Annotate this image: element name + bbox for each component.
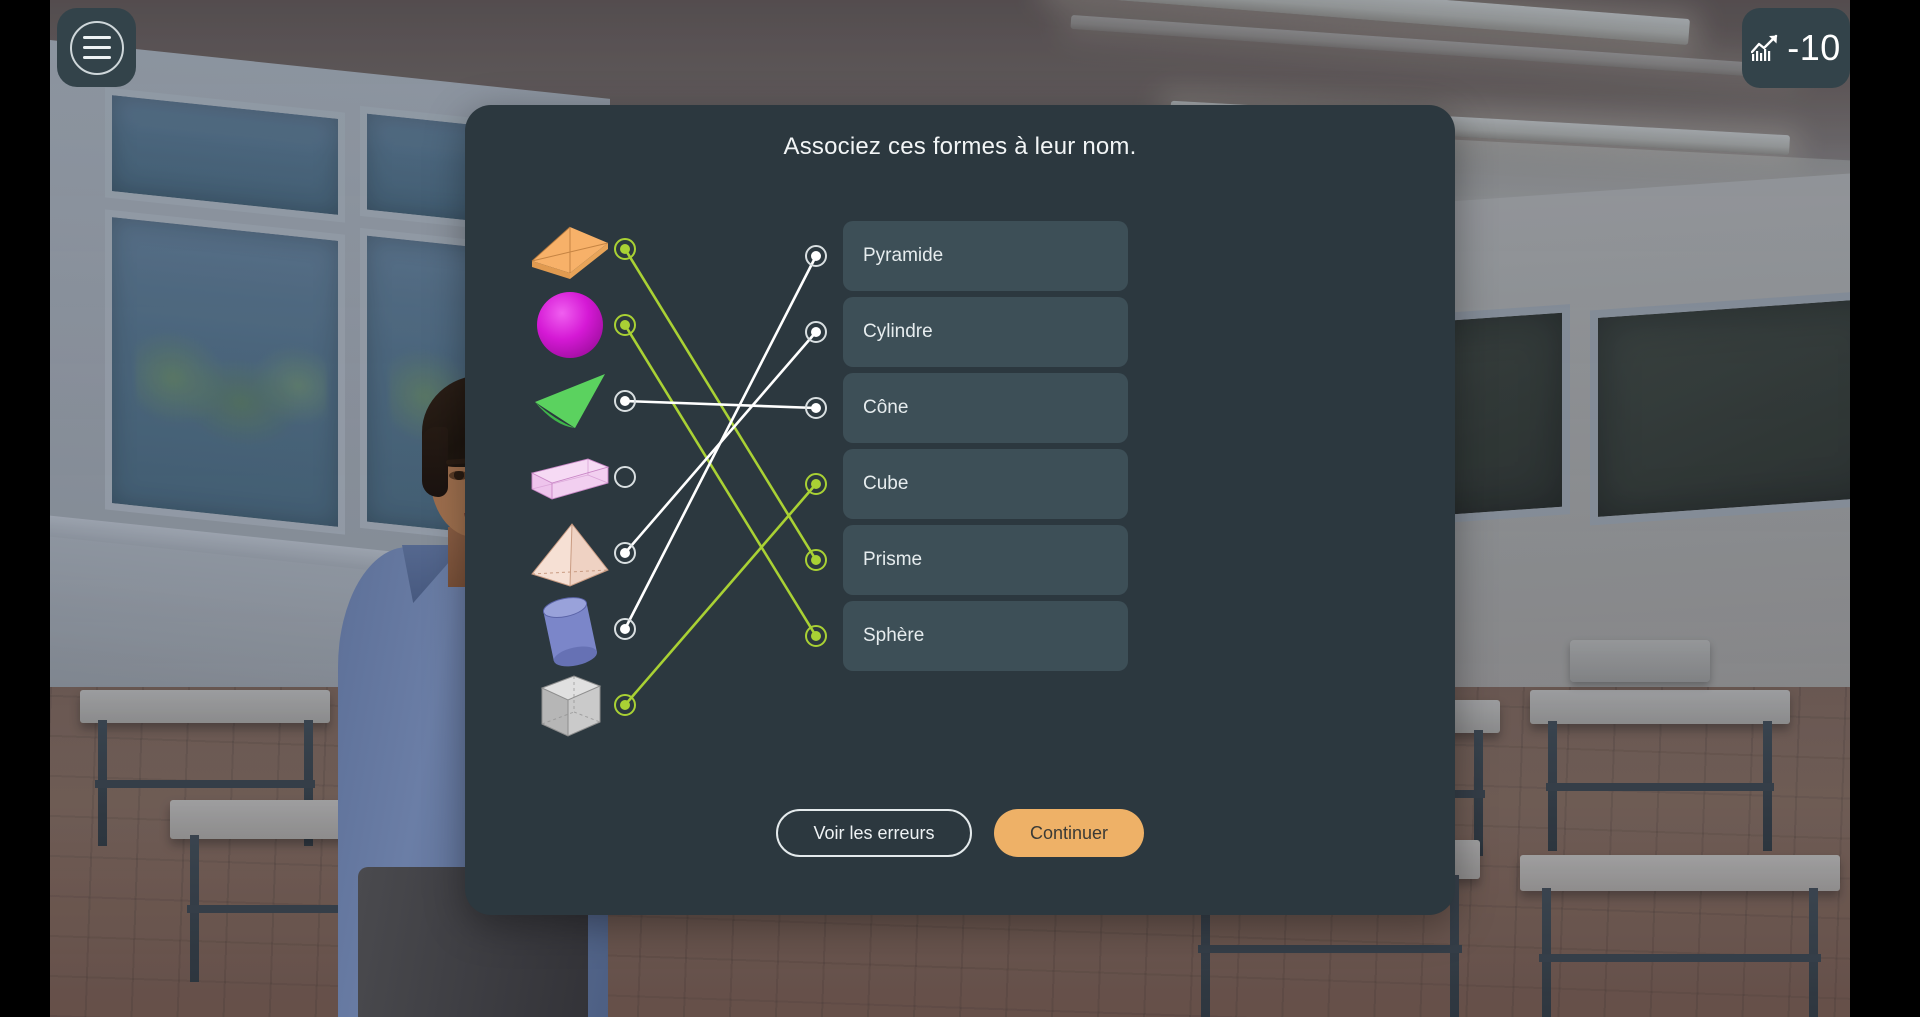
answer-connector-dot[interactable] [805,473,827,495]
answer-option[interactable]: Pyramide [843,221,1128,291]
pink-rectangular-prism-icon [530,458,610,500]
shape-connector-dot[interactable] [614,618,636,640]
answer-option[interactable]: Sphère [843,601,1128,671]
hamburger-menu-icon [69,20,124,75]
shape-connector-dot[interactable] [614,238,636,260]
panel-footer: Voir les erreurs Continuer [465,809,1455,857]
answer-label: Sphère [863,625,925,646]
shape-connector-dot[interactable] [614,694,636,716]
answer-option[interactable]: Cube [843,449,1128,519]
answer-connector-dot[interactable] [805,245,827,267]
answer-option[interactable]: Prisme [843,525,1128,595]
magenta-sphere-icon [537,292,603,358]
answer-label: Pyramide [863,245,944,266]
menu-button[interactable] [57,8,136,87]
answer-label: Cylindre [863,321,933,342]
shapes-column [505,173,635,813]
app-root: -10 Associez ces formes à leur nom. Pyra… [0,0,1920,1017]
connection-line [623,254,818,631]
orange-triangular-prism-icon [531,226,609,279]
answer-label: Prisme [863,549,923,570]
continue-button[interactable]: Continuer [994,809,1144,857]
beige-pyramid-icon [531,523,609,587]
letterbox-left [0,0,50,1017]
show-errors-button[interactable]: Voir les erreurs [776,809,972,857]
score-badge: -10 [1742,8,1850,88]
blue-cylinder-icon [542,597,598,667]
answer-connector-dot[interactable] [805,321,827,343]
answer-connector-dot[interactable] [805,625,827,647]
green-cone-icon [535,374,605,428]
quiz-panel: Associez ces formes à leur nom. Pyramide… [465,105,1455,915]
connection-line [623,482,818,707]
grey-cube-icon [540,675,602,737]
trending-up-chart-icon [1751,34,1778,61]
answer-option[interactable]: Cône [843,373,1128,443]
answer-label: Cube [863,473,909,494]
shape-connector-dot[interactable] [614,466,636,488]
matching-area: Pyramide Cylindre Cône Cube Prisme Sphèr… [465,173,1455,813]
shape-connector-dot[interactable] [614,390,636,412]
connection-line [623,323,818,638]
letterbox-right [1850,0,1920,1017]
page-title: Associez ces formes à leur nom. [783,133,1137,160]
answer-option[interactable]: Cylindre [843,297,1128,367]
answer-connector-dot[interactable] [805,549,827,571]
score-value: -10 [1787,27,1841,68]
shape-connector-dot[interactable] [614,542,636,564]
shape-connector-dot[interactable] [614,314,636,336]
answer-label: Cône [863,397,909,418]
answer-connector-dot[interactable] [805,397,827,419]
